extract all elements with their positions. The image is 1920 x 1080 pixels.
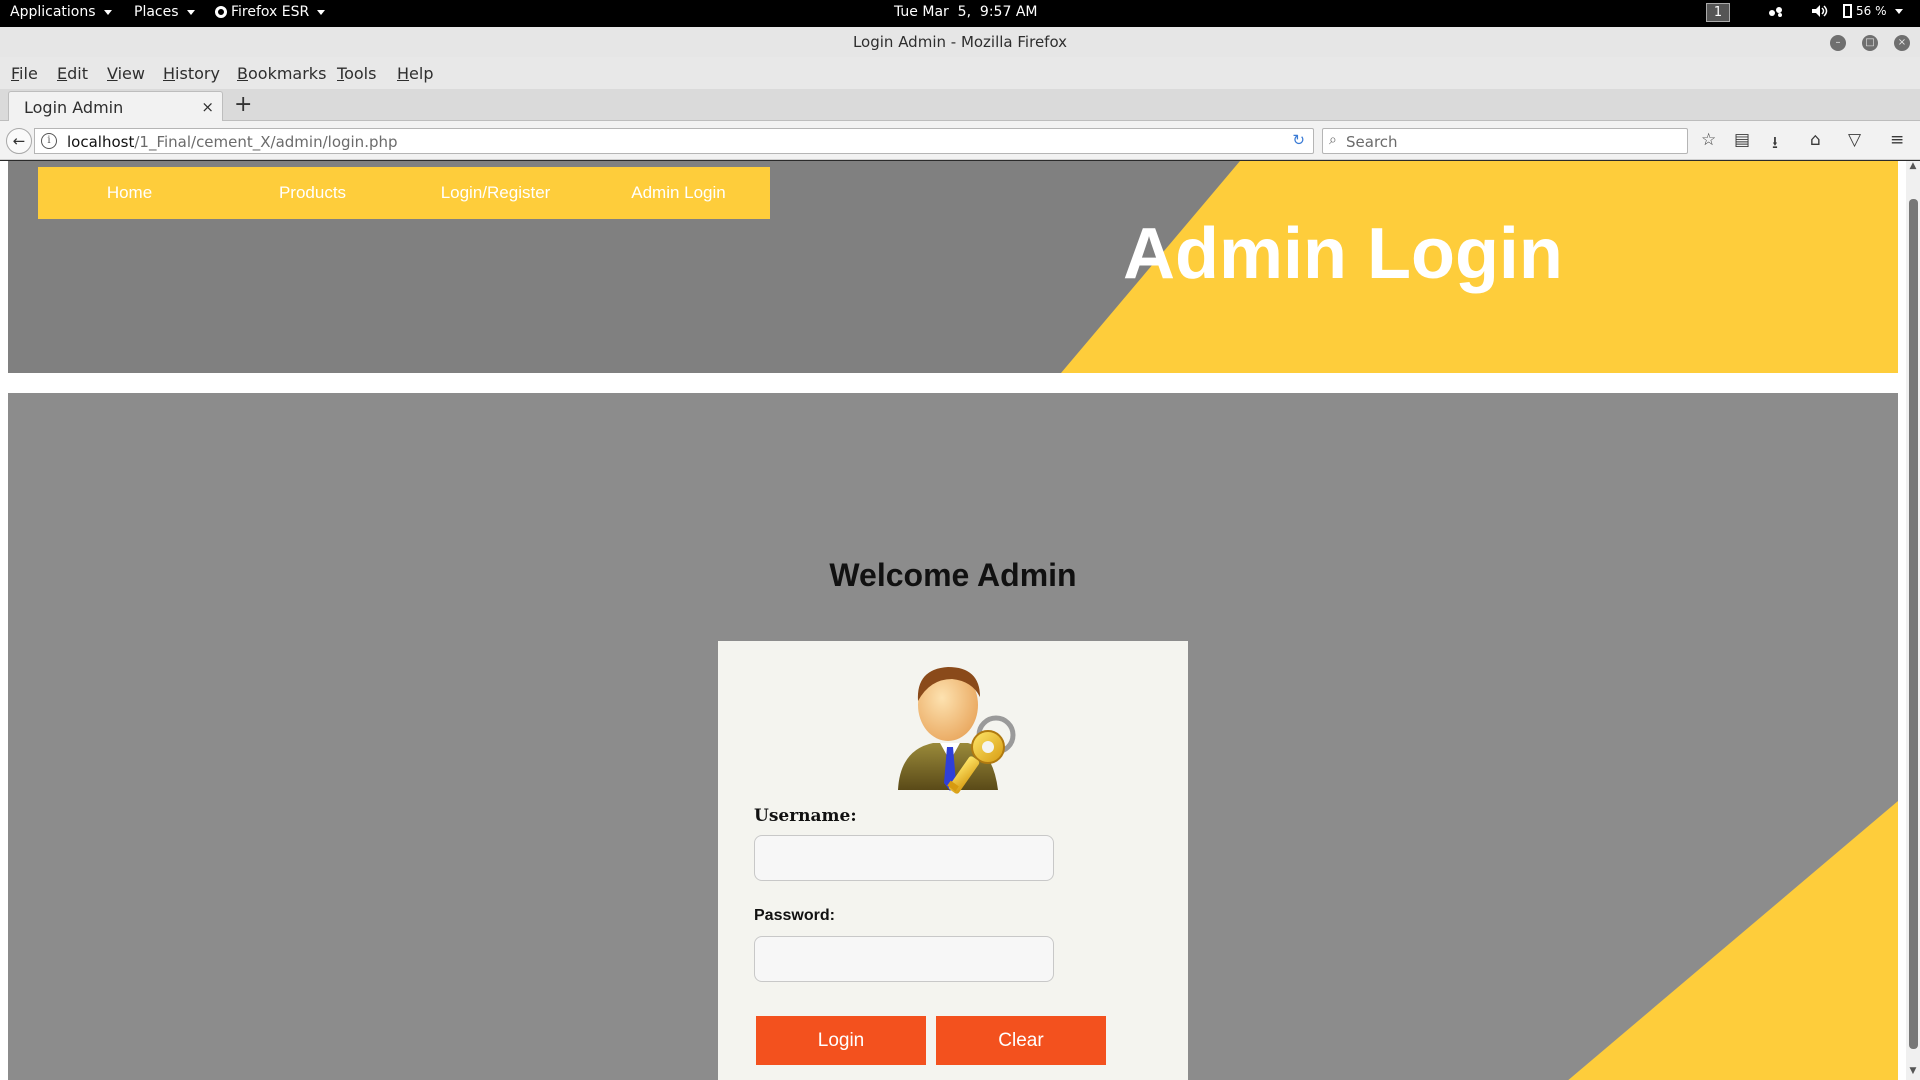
nav-link-login-register[interactable]: Login/Register bbox=[404, 167, 587, 219]
login-form-card: Username: Password: Login Clear bbox=[718, 641, 1188, 1080]
clock-label: Tue Mar 5, 9:57 AM bbox=[894, 4, 1038, 20]
battery-label: 56 % bbox=[1856, 4, 1887, 18]
chevron-down-icon bbox=[186, 9, 195, 15]
workspace-label: 1 bbox=[1706, 3, 1730, 22]
password-label: Password: bbox=[754, 907, 835, 924]
close-icon[interactable]: × bbox=[1894, 35, 1910, 51]
pocket-icon[interactable]: ▽ bbox=[1848, 130, 1861, 150]
workspace-indicator[interactable]: 1 bbox=[1706, 3, 1730, 22]
menu-history[interactable]: History bbox=[163, 64, 220, 83]
scrollbar-thumb[interactable] bbox=[1909, 199, 1918, 1049]
maximize-icon[interactable]: □ bbox=[1862, 35, 1878, 51]
site-header: Home Products Login/Register Admin Login… bbox=[8, 161, 1898, 373]
menu-bookmarks[interactable]: Bookmarks bbox=[237, 64, 326, 83]
reload-icon[interactable]: ↻ bbox=[1292, 131, 1305, 149]
page-scrollbar[interactable]: ▲ ▼ bbox=[1906, 161, 1920, 1080]
bookmark-star-icon[interactable]: ☆ bbox=[1701, 130, 1716, 150]
firefox-app-menu[interactable]: Firefox ESR bbox=[215, 4, 326, 20]
places-label: Places bbox=[134, 4, 179, 20]
login-button[interactable]: Login bbox=[756, 1016, 926, 1065]
chevron-down-icon bbox=[103, 9, 112, 15]
chevron-down-icon bbox=[1894, 8, 1903, 14]
close-tab-icon[interactable]: × bbox=[201, 98, 214, 116]
url-host: localhost bbox=[67, 133, 135, 151]
scroll-down-icon[interactable]: ▼ bbox=[1906, 1066, 1920, 1080]
applications-menu[interactable]: Applications bbox=[10, 4, 112, 20]
battery-indicator[interactable]: 56 % bbox=[1843, 4, 1903, 18]
menu-help[interactable]: Help bbox=[397, 64, 433, 83]
minimize-icon[interactable]: – bbox=[1830, 35, 1846, 51]
url-text: localhost/1_Final/cement_X/admin/login.p… bbox=[67, 133, 398, 151]
username-label: Username: bbox=[754, 806, 857, 826]
download-icon[interactable]: ⭳ bbox=[1772, 130, 1778, 159]
menu-tools[interactable]: Tools bbox=[337, 64, 376, 83]
info-icon[interactable]: i bbox=[41, 133, 57, 149]
home-icon[interactable]: ⌂ bbox=[1810, 130, 1821, 150]
url-bar[interactable]: i localhost/1_Final/cement_X/admin/login… bbox=[34, 128, 1314, 154]
search-icon: ⌕ bbox=[1329, 132, 1337, 148]
username-field[interactable] bbox=[754, 835, 1054, 881]
nav-link-home[interactable]: Home bbox=[38, 167, 221, 219]
clear-button[interactable]: Clear bbox=[936, 1016, 1106, 1065]
battery-icon bbox=[1843, 4, 1852, 18]
network-icon[interactable] bbox=[1767, 4, 1785, 18]
applications-label: Applications bbox=[10, 4, 96, 20]
menu-bar: File Edit View History Bookmarks Tools H… bbox=[0, 57, 1920, 89]
menu-file[interactable]: File bbox=[11, 64, 38, 83]
tab-login-admin[interactable]: Login Admin × bbox=[8, 91, 223, 121]
clock[interactable]: Tue Mar 5, 9:57 AM bbox=[894, 4, 1037, 20]
firefox-label: Firefox ESR bbox=[231, 4, 310, 20]
nav-link-admin-login[interactable]: Admin Login bbox=[587, 167, 770, 219]
tab-label: Login Admin bbox=[24, 98, 124, 117]
arrow-left-icon: ← bbox=[12, 132, 26, 150]
menu-edit[interactable]: Edit bbox=[57, 64, 88, 83]
admin-key-avatar-icon bbox=[898, 667, 1016, 794]
welcome-heading: Welcome Admin bbox=[829, 557, 1077, 593]
hamburger-menu-icon[interactable]: ≡ bbox=[1890, 130, 1904, 150]
scroll-up-icon[interactable]: ▲ bbox=[1906, 161, 1920, 175]
volume-icon[interactable] bbox=[1811, 4, 1829, 18]
password-field[interactable] bbox=[754, 936, 1054, 982]
places-menu[interactable]: Places bbox=[134, 4, 195, 20]
page-viewport: Home Products Login/Register Admin Login… bbox=[0, 161, 1920, 1080]
chevron-down-icon bbox=[317, 9, 326, 15]
new-tab-button[interactable]: + bbox=[234, 92, 252, 117]
search-placeholder: Search bbox=[1346, 133, 1398, 151]
page-title: Admin Login bbox=[1123, 214, 1563, 294]
url-path: /1_Final/cement_X/admin/login.php bbox=[134, 133, 398, 151]
system-top-bar: Applications Places Firefox ESR Tue Mar … bbox=[0, 0, 1920, 27]
back-button[interactable]: ← bbox=[6, 128, 32, 154]
menu-view[interactable]: View bbox=[107, 64, 145, 83]
navigation-toolbar: ← i localhost/1_Final/cement_X/admin/log… bbox=[0, 121, 1920, 160]
nav-link-products[interactable]: Products bbox=[221, 167, 404, 219]
window-title: Login Admin - Mozilla Firefox bbox=[852, 33, 1068, 51]
window-title-bar: Login Admin - Mozilla Firefox – □ × bbox=[0, 27, 1920, 57]
main-section: Welcome Admin Username: Password: Login … bbox=[8, 393, 1898, 1080]
site-navigation: Home Products Login/Register Admin Login bbox=[38, 167, 770, 219]
firefox-icon bbox=[215, 6, 227, 18]
tab-strip: Login Admin × + bbox=[0, 89, 1920, 121]
reading-list-icon[interactable]: ▤ bbox=[1734, 130, 1750, 150]
search-input[interactable]: ⌕ Search bbox=[1322, 128, 1688, 154]
